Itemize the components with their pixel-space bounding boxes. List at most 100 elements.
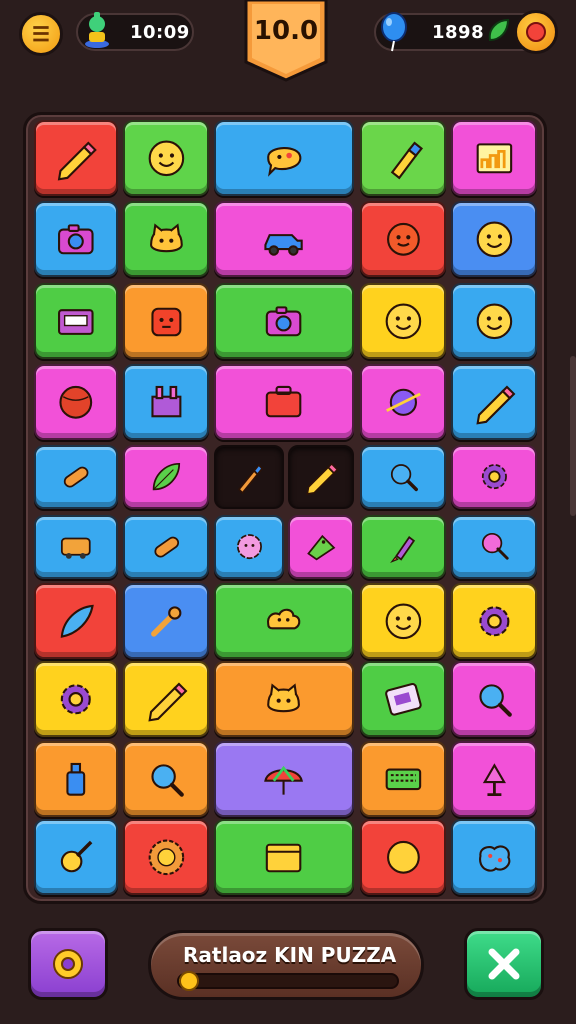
board-tile[interactable] <box>123 201 209 277</box>
board-tile[interactable] <box>451 120 537 196</box>
progress-track <box>177 973 399 989</box>
board-tile[interactable] <box>123 283 209 359</box>
board-empty-slot[interactable] <box>288 445 354 509</box>
castle-icon <box>151 385 181 417</box>
board-tile[interactable] <box>214 741 354 817</box>
board-tile[interactable] <box>451 201 537 277</box>
pencil-icon <box>305 462 339 496</box>
top-bar: ☰ 10:09 10.0 1898 <box>0 0 576 100</box>
board-tile[interactable] <box>214 364 354 440</box>
tag-icon <box>306 535 336 561</box>
board-tile[interactable] <box>123 583 209 659</box>
board-tile[interactable] <box>360 283 446 359</box>
board-tile[interactable] <box>123 819 209 895</box>
board-tile[interactable] <box>34 583 118 659</box>
board-tile[interactable] <box>34 201 118 277</box>
ball-icon <box>59 385 93 419</box>
board-tile[interactable] <box>34 445 118 509</box>
board-tile[interactable] <box>451 283 537 359</box>
board-tile[interactable] <box>451 515 537 579</box>
folder-icon <box>266 843 302 872</box>
puzzle-blob-icon <box>478 845 510 872</box>
board-tile[interactable] <box>214 283 354 359</box>
board-tile[interactable] <box>214 583 354 659</box>
toolbox-icon <box>266 385 302 417</box>
umbrella-icon <box>264 765 304 795</box>
close-icon <box>488 948 520 980</box>
board-tile[interactable] <box>451 819 537 895</box>
board-tile[interactable] <box>360 515 446 579</box>
level-progress-panel: Ratlaoz KIN PUZZA <box>148 930 424 1000</box>
capsule-icon <box>154 537 179 558</box>
board-tile[interactable] <box>214 120 354 196</box>
menu-icon: ☰ <box>32 23 50 46</box>
smiley-face-icon <box>385 303 421 339</box>
progress-coin-icon <box>179 971 199 991</box>
rocket-icon <box>389 536 415 564</box>
board-tile[interactable] <box>34 515 118 579</box>
coin-button[interactable] <box>514 10 558 54</box>
leaf-icon <box>488 18 510 42</box>
wrench-icon <box>150 606 181 637</box>
board-tile[interactable] <box>34 819 118 895</box>
board-tile[interactable] <box>34 120 118 196</box>
board-tile[interactable] <box>214 515 284 579</box>
balloon-icon <box>381 12 407 52</box>
side-scroll-handle <box>570 356 576 516</box>
board-tile[interactable] <box>214 201 354 277</box>
board-tile[interactable] <box>214 661 354 737</box>
board-tile[interactable] <box>123 120 209 196</box>
car-icon <box>264 233 304 256</box>
board-tile[interactable] <box>360 201 446 277</box>
keyboard-icon <box>385 768 421 790</box>
brush-icon <box>237 464 263 495</box>
speech-blob-icon <box>267 146 302 177</box>
cat-face-icon <box>149 223 183 252</box>
board-tile[interactable] <box>360 445 446 509</box>
capsule-icon <box>64 467 89 488</box>
board-tile[interactable] <box>288 515 354 579</box>
cat-face-icon <box>267 683 301 712</box>
board-tile[interactable] <box>360 741 446 817</box>
flower-icon <box>236 534 262 560</box>
board-tile[interactable] <box>34 283 118 359</box>
gear-icon <box>61 684 91 714</box>
guitar-icon <box>61 840 93 872</box>
board-tile[interactable] <box>123 661 209 737</box>
settings-button[interactable] <box>28 928 108 1000</box>
board-tile[interactable] <box>451 741 537 817</box>
leaf-icon <box>152 463 180 491</box>
board-tile[interactable] <box>360 583 446 659</box>
magnifier-icon <box>479 684 512 717</box>
board-tile[interactable] <box>360 364 446 440</box>
board-tile[interactable] <box>34 741 118 817</box>
board-tile[interactable] <box>123 364 209 440</box>
board-tile[interactable] <box>451 445 537 509</box>
board-tile[interactable] <box>360 661 446 737</box>
smiley-face-icon <box>476 221 512 257</box>
board-tile[interactable] <box>123 445 209 509</box>
board-empty-slot[interactable] <box>214 445 284 509</box>
board-tile[interactable] <box>360 819 446 895</box>
smiley-face-icon <box>385 603 421 639</box>
board-tile[interactable] <box>451 661 537 737</box>
marker-icon <box>390 141 423 180</box>
board-tile[interactable] <box>214 819 354 895</box>
gear-icon <box>53 949 83 979</box>
board-tile[interactable] <box>451 583 537 659</box>
sun-icon <box>148 839 184 875</box>
bottle-icon <box>66 762 86 796</box>
trophy-icon <box>85 12 109 48</box>
board-tile[interactable] <box>123 741 209 817</box>
board-tile[interactable] <box>123 515 209 579</box>
planet-icon <box>385 388 421 416</box>
board-tile[interactable] <box>360 120 446 196</box>
menu-button[interactable]: ☰ <box>19 12 63 56</box>
cloud-face-icon <box>267 608 301 630</box>
board-tile[interactable] <box>34 364 118 440</box>
board-tile[interactable] <box>34 661 118 737</box>
close-button[interactable] <box>464 928 544 1000</box>
level-value: 10.0 <box>253 16 319 46</box>
smiley-face-icon <box>148 140 184 176</box>
board-tile[interactable] <box>451 364 537 440</box>
